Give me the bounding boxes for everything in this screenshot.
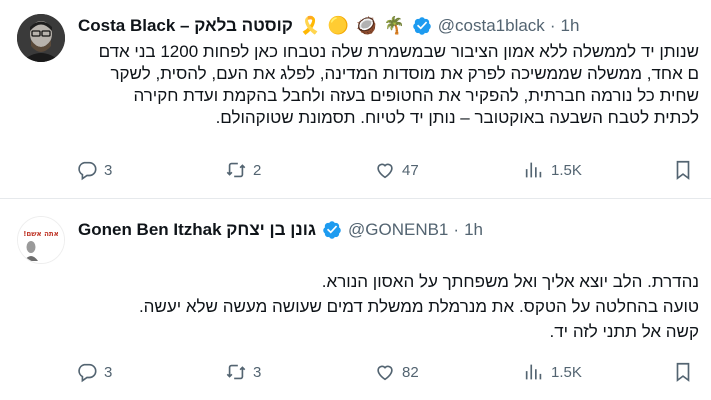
verified-icon	[323, 221, 341, 239]
views-count: 1.5K	[551, 363, 582, 381]
timestamp[interactable]: 1h	[464, 220, 483, 240]
coconut-emoji: 🥥	[355, 16, 377, 35]
tweet-text-line: שחית כל נורמה חברתית, להפקיר את החטופים …	[133, 86, 699, 105]
handle[interactable]: @costa1black	[438, 16, 545, 36]
handle[interactable]: @GONENB1	[348, 220, 448, 240]
reply-count: 3	[104, 363, 113, 381]
reply-button[interactable]: 3	[76, 361, 112, 383]
separator-dot: ·	[549, 16, 556, 35]
bookmark-icon	[676, 362, 690, 382]
avatar-image: אתה אשם!	[18, 217, 64, 263]
bookmark-icon	[676, 160, 690, 180]
tweet[interactable]: אתה אשם! Gonen Ben Itzhak גונן בן יצחק @…	[0, 199, 711, 400]
action-bar: 3 2 47 1.5K	[0, 159, 711, 183]
bookmark-button[interactable]	[672, 159, 694, 181]
bookmark-button[interactable]	[672, 361, 694, 383]
retweet-icon	[226, 162, 246, 178]
action-bar: 3 3 82 1.5K	[0, 361, 711, 385]
tweet-header: Costa Black – קוסטה בלאק 🎗️ 🟡 🥥 🌴 @costa…	[78, 14, 699, 38]
tweet-text: נהדרת. הלב יוצא אליך ואל משפחתך על האסון…	[139, 269, 699, 344]
tweet-text-line: ם אחד, ממשלה שממשיכה לפרק את מוסדות המדי…	[110, 64, 699, 83]
like-button[interactable]: 47	[374, 159, 419, 181]
avatar-portrait	[17, 14, 65, 62]
views-button[interactable]: 1.5K	[523, 361, 582, 383]
reply-count: 3	[104, 161, 113, 179]
views-icon	[525, 364, 542, 380]
retweet-button[interactable]: 2	[225, 159, 261, 181]
avatar[interactable]	[17, 14, 65, 62]
tweet-text-line: שנותן יד לממשלה ללא אמון הציבור שבמשמרת …	[98, 42, 699, 61]
tweet-text-line: נהדרת. הלב יוצא אליך ואל משפחתך על האסון…	[321, 272, 699, 291]
like-icon	[377, 365, 393, 381]
verified-icon	[413, 17, 431, 35]
avatar-text: אתה אשם!	[23, 230, 59, 238]
reply-icon	[78, 161, 97, 181]
avatar[interactable]: אתה אשם!	[17, 216, 65, 264]
like-count: 82	[402, 363, 419, 381]
display-name[interactable]: Costa Black – קוסטה בלאק	[78, 16, 293, 36]
tweet-text-line: טועה בהחלטה על הטקס. את מנרמלת ממשלת דמי…	[138, 297, 699, 316]
tweet-text-line: קשה אל תתני לזה יד.	[549, 322, 699, 341]
retweet-button[interactable]: 3	[225, 361, 261, 383]
timestamp[interactable]: 1h	[560, 16, 579, 36]
separator-dot: ·	[453, 220, 460, 239]
tweet-text: שנותן יד לממשלה ללא אמון הציבור שבמשמרת …	[99, 41, 699, 129]
yellow-circle-emoji: 🟡	[327, 16, 349, 35]
retweet-count: 2	[253, 161, 262, 179]
tweet-text-line: לכתית לטבח השבעה באוקטובר – נותן יד לטיו…	[215, 108, 699, 127]
like-icon	[377, 163, 393, 179]
ribbon-emoji: 🎗️	[299, 16, 322, 35]
like-button[interactable]: 82	[374, 361, 419, 383]
like-count: 47	[402, 161, 419, 179]
retweet-icon	[226, 364, 246, 380]
reply-icon	[78, 363, 97, 383]
views-count: 1.5K	[551, 161, 582, 179]
display-name[interactable]: Gonen Ben Itzhak גונן בן יצחק	[78, 220, 316, 240]
tweet[interactable]: Costa Black – קוסטה בלאק 🎗️ 🟡 🥥 🌴 @costa…	[0, 0, 711, 199]
views-button[interactable]: 1.5K	[523, 159, 582, 181]
reply-button[interactable]: 3	[76, 159, 112, 181]
views-icon	[525, 162, 542, 178]
palm-tree-emoji: 🌴	[383, 16, 405, 35]
tweet-header: Gonen Ben Itzhak גונן בן יצחק @GONENB1 ·…	[78, 218, 699, 242]
retweet-count: 3	[253, 363, 262, 381]
